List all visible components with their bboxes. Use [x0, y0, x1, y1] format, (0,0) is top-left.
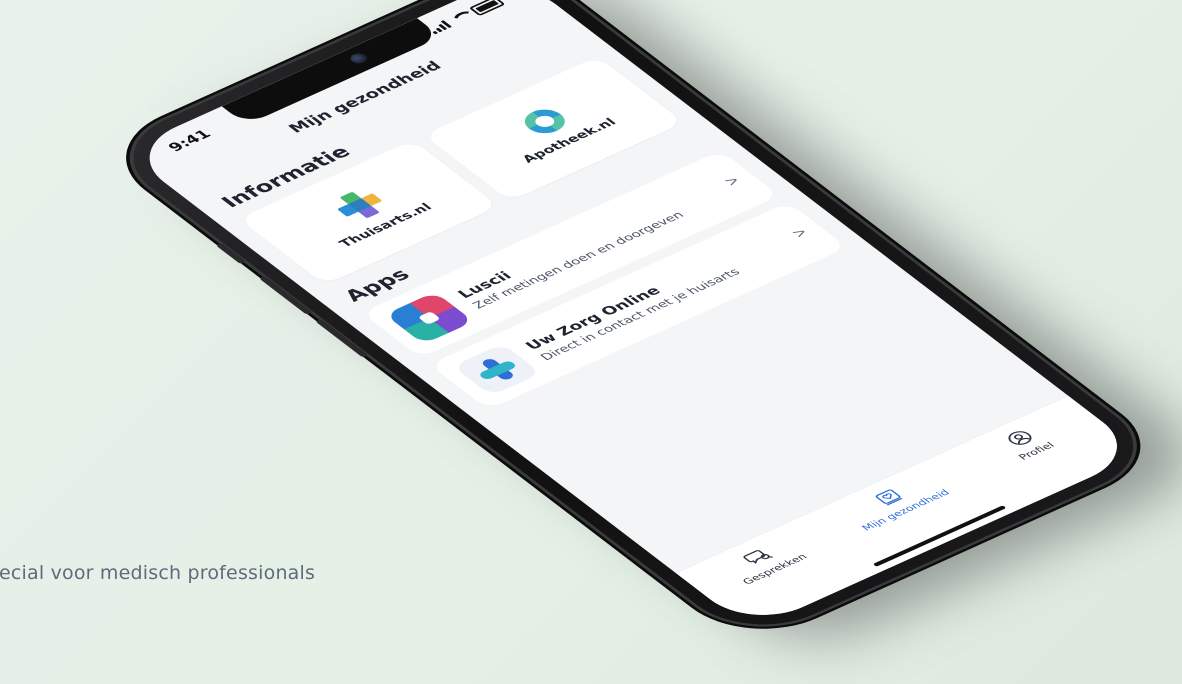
phone-mockup: 9:41 Mijn gezondheid Informatie Thuisart…	[0, 0, 1182, 684]
wifi-icon	[449, 11, 473, 24]
signal-icon	[427, 20, 453, 35]
heart-book-icon	[871, 487, 907, 508]
profile-icon	[1001, 428, 1037, 449]
luscii-logo-icon	[384, 291, 474, 345]
phone-body: 9:41 Mijn gezondheid Informatie Thuisart…	[100, 0, 1167, 644]
apotheek-logo-icon	[516, 105, 573, 139]
mute-switch	[215, 242, 246, 265]
status-time: 9:41	[163, 126, 215, 154]
chevron-right-icon: >	[719, 173, 744, 189]
phone-screen: 9:41 Mijn gezondheid Informatie Thuisart…	[123, 0, 1144, 631]
uw-zorg-online-logo-icon	[452, 343, 542, 396]
chat-search-icon	[740, 546, 776, 567]
thuisarts-logo-icon	[328, 187, 391, 224]
chevron-right-icon: >	[787, 224, 812, 241]
